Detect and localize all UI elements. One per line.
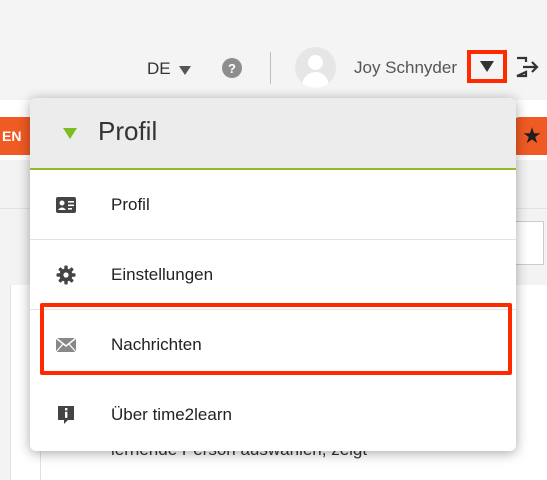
- chevron-down-icon: [178, 65, 191, 75]
- avatar[interactable]: [295, 47, 336, 88]
- dropdown-title: Profil: [98, 116, 158, 146]
- user-menu-toggle-button[interactable]: [467, 50, 507, 83]
- tab-left-label: EN: [2, 128, 22, 144]
- dropdown-header[interactable]: Profil: [30, 98, 516, 170]
- profile-dropdown-menu: Profil Profil Einstellungen Nachrichten …: [30, 98, 516, 451]
- triangle-down-icon: [480, 61, 494, 72]
- menu-item-label: Über time2learn: [111, 405, 232, 424]
- info-icon: [56, 405, 76, 425]
- top-header: [0, 0, 547, 100]
- menu-item-label: Einstellungen: [111, 264, 214, 284]
- menu-item-label: Profil: [111, 194, 150, 214]
- help-icon[interactable]: ?: [222, 58, 242, 78]
- avatar-head: [308, 55, 323, 70]
- star-icon: ★: [522, 123, 542, 148]
- caret-down-icon: [63, 128, 77, 139]
- language-label: DE: [147, 59, 171, 78]
- id-card-icon: [56, 195, 76, 215]
- language-selector[interactable]: DE: [147, 59, 191, 79]
- avatar-body: [302, 72, 329, 88]
- nachrichten-highlight-box: [40, 303, 512, 375]
- background-input[interactable]: [512, 221, 544, 265]
- menu-item-ueber[interactable]: Über time2learn: [30, 380, 516, 450]
- username-label[interactable]: Joy Schnyder: [354, 58, 462, 78]
- menu-item-profil[interactable]: Profil: [30, 170, 516, 240]
- favorites-tab[interactable]: ★: [512, 117, 547, 155]
- header-divider: [270, 52, 271, 84]
- gear-icon: [56, 265, 76, 285]
- logout-icon[interactable]: [515, 56, 541, 78]
- menu-item-einstellungen[interactable]: Einstellungen: [30, 240, 516, 310]
- help-glyph: ?: [228, 60, 236, 76]
